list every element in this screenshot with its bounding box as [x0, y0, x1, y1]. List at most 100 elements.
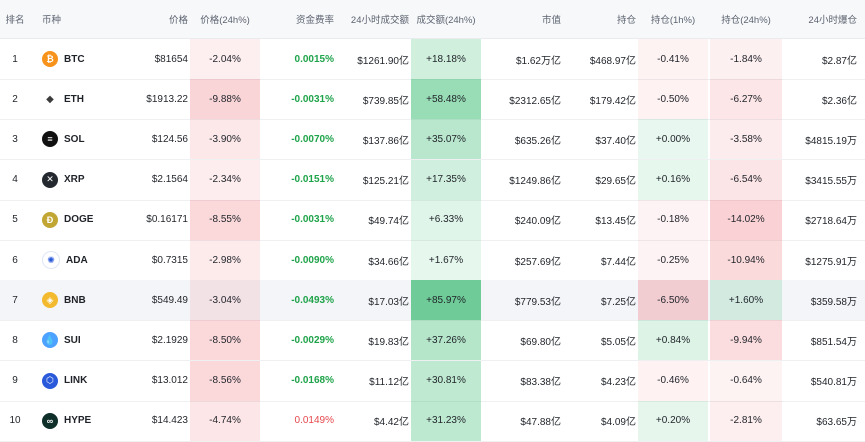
funding-rate-cell: -0.0090%: [291, 254, 334, 266]
market-cap-cell: $1249.86亿: [509, 176, 561, 188]
price-change-cell: -3.90%: [190, 119, 260, 160]
rank-cell: 2: [12, 93, 18, 105]
price-change-cell: -3.04%: [190, 280, 260, 321]
oi-1h-cell: +0.84%: [638, 320, 708, 361]
volume-change-cell: +37.26%: [411, 320, 481, 361]
price-cell: $124.56: [151, 133, 188, 145]
coin-symbol: SOL: [64, 133, 85, 145]
volume-cell: $19.83亿: [368, 336, 409, 348]
volume-change-cell: +1.67%: [411, 240, 481, 280]
header-liquidation[interactable]: 24小时爆仓: [784, 0, 857, 38]
rank-cell: 10: [9, 415, 21, 427]
header-coin[interactable]: 币种: [42, 0, 102, 38]
price-change-cell: -8.56%: [190, 360, 260, 401]
header-oi-24h[interactable]: 持仓(24h%): [710, 0, 782, 38]
table-row[interactable]: 6 ✺ ADA $0.7315 -2.98% -0.0090% $34.66亿 +1.67% $…: [0, 240, 865, 281]
volume-cell: $4.42亿: [373, 417, 409, 429]
oi-1h-cell: -0.50%: [638, 79, 708, 120]
table-row[interactable]: 9 ⬡ LINK $13.012 -8.56% -0.0168% $11.12亿 +30.81…: [0, 360, 865, 402]
table-row[interactable]: 8 💧 SUI $2.1929 -8.50% -0.0029% $19.83亿 +37.26%…: [0, 320, 865, 362]
oi-1h-cell: -0.46%: [638, 360, 708, 401]
header-price-change[interactable]: 价格(24h%): [190, 0, 260, 38]
market-cap-cell: $1.62万亿: [515, 55, 561, 67]
price-cell: $2.1564: [151, 174, 188, 186]
header-volume[interactable]: 24小时成交额: [336, 0, 409, 38]
oi-24h-cell: +1.60%: [710, 280, 782, 321]
cardano-icon: ✺: [42, 251, 60, 269]
oi-24h-cell: -1.84%: [710, 39, 782, 79]
oi-1h-cell: +0.00%: [638, 119, 708, 160]
open-interest-cell: $13.45亿: [595, 216, 636, 228]
funding-rate-cell: -0.0493%: [291, 294, 334, 306]
coin-cell[interactable]: ≡ SOL: [42, 119, 118, 159]
liquidation-cell: $1275.91万: [805, 256, 857, 268]
table-row[interactable]: 10 ∞ HYPE $14.423 -4.74% 0.0149% $4.42亿 +31.23%…: [0, 400, 865, 442]
oi-1h-cell: -0.41%: [638, 39, 708, 79]
header-rank[interactable]: 排名: [0, 0, 30, 38]
open-interest-cell: $29.65亿: [595, 176, 636, 188]
table-row[interactable]: 3 ≡ SOL $124.56 -3.90% -0.0070% $137.86亿 +35.07…: [0, 119, 865, 161]
table-row[interactable]: 1 ₿ BTC $81654 -2.04% 0.0015% $1261.90亿 +18.18%…: [0, 39, 865, 80]
coin-cell[interactable]: 💧 SUI: [42, 320, 118, 360]
table-row[interactable]: 2 ◆ ETH $1913.22 -9.88% -0.0031% $739.85亿 +58.4…: [0, 79, 865, 121]
header-funding-rate[interactable]: 资金费率: [262, 0, 334, 38]
sui-icon: 💧: [42, 332, 58, 349]
coin-symbol: ETH: [64, 93, 84, 105]
market-cap-cell: $47.88亿: [520, 417, 561, 429]
coin-cell[interactable]: ₿ BTC: [42, 39, 118, 79]
header-price[interactable]: 价格: [118, 0, 188, 38]
coin-cell[interactable]: ✺ ADA: [42, 240, 118, 280]
coin-cell[interactable]: ✕ XRP: [42, 160, 118, 200]
coin-cell[interactable]: ∞ HYPE: [42, 401, 118, 441]
table-row[interactable]: 7 ◈ BNB $549.49 -3.04% -0.0493% $17.03亿 +85.97%…: [0, 280, 865, 322]
volume-cell: $137.86亿: [362, 135, 409, 147]
header-oi-1h[interactable]: 持仓(1h%): [638, 0, 708, 38]
liquidation-cell: $851.54万: [810, 336, 857, 348]
coin-symbol: LINK: [64, 375, 88, 387]
oi-24h-cell: -3.58%: [710, 119, 782, 160]
price-cell: $81654: [154, 53, 188, 65]
oi-24h-cell: -2.81%: [710, 400, 782, 441]
coin-cell[interactable]: Ð DOGE: [42, 200, 118, 240]
coin-cell[interactable]: ◈ BNB: [42, 280, 118, 320]
funding-rate-cell: 0.0015%: [294, 53, 334, 65]
price-cell: $2.1929: [151, 334, 188, 346]
table-header: 排名 币种 价格 价格(24h%) 资金费率 24小时成交额 成交额(24h%)…: [0, 0, 865, 39]
header-open-interest[interactable]: 持仓: [563, 0, 636, 38]
price-cell: $1913.22: [146, 93, 188, 105]
header-market-cap[interactable]: 市值: [483, 0, 561, 38]
coin-cell[interactable]: ◆ ETH: [42, 79, 118, 119]
market-cap-cell: $240.09亿: [514, 216, 561, 228]
volume-change-cell: +58.48%: [411, 79, 481, 120]
coin-cell[interactable]: ⬡ LINK: [42, 361, 118, 401]
table-row[interactable]: 5 Ð DOGE $0.16171 -8.55% -0.0031% $49.74亿 +6.33…: [0, 199, 865, 241]
liquidation-cell: $63.65万: [816, 417, 857, 429]
liquidation-cell: $2.36亿: [821, 95, 857, 107]
funding-rate-cell: -0.0151%: [291, 174, 334, 186]
futures-market-table: 排名 币种 价格 价格(24h%) 资金费率 24小时成交额 成交额(24h%)…: [0, 0, 865, 442]
xrp-icon: ✕: [42, 171, 58, 188]
liquidation-cell: $4815.19万: [805, 135, 857, 147]
liquidation-cell: $2718.64万: [805, 216, 857, 228]
rank-cell: 9: [12, 375, 18, 387]
volume-cell: $11.12亿: [369, 377, 409, 389]
rank-cell: 7: [12, 294, 18, 306]
volume-cell: $17.03亿: [368, 296, 409, 308]
header-volume-change[interactable]: 成交额(24h%): [411, 0, 481, 38]
bnb-icon: ◈: [42, 292, 58, 309]
oi-1h-cell: +0.16%: [638, 159, 708, 200]
market-cap-cell: $69.80亿: [520, 336, 561, 348]
coin-symbol: BTC: [64, 53, 85, 65]
volume-change-cell: +85.97%: [411, 280, 481, 321]
open-interest-cell: $7.25亿: [600, 296, 636, 308]
oi-24h-cell: -9.94%: [710, 320, 782, 361]
price-change-cell: -2.98%: [190, 240, 260, 280]
table-row[interactable]: 4 ✕ XRP $2.1564 -2.34% -0.0151% $125.21亿 +17.35…: [0, 159, 865, 201]
price-change-cell: -2.34%: [190, 159, 260, 200]
oi-1h-cell: -0.25%: [638, 240, 708, 280]
open-interest-cell: $4.23亿: [600, 377, 636, 389]
price-cell: $14.423: [151, 415, 188, 427]
volume-change-cell: +35.07%: [411, 119, 481, 160]
price-change-cell: -8.55%: [190, 199, 260, 240]
coin-symbol: HYPE: [64, 415, 92, 427]
